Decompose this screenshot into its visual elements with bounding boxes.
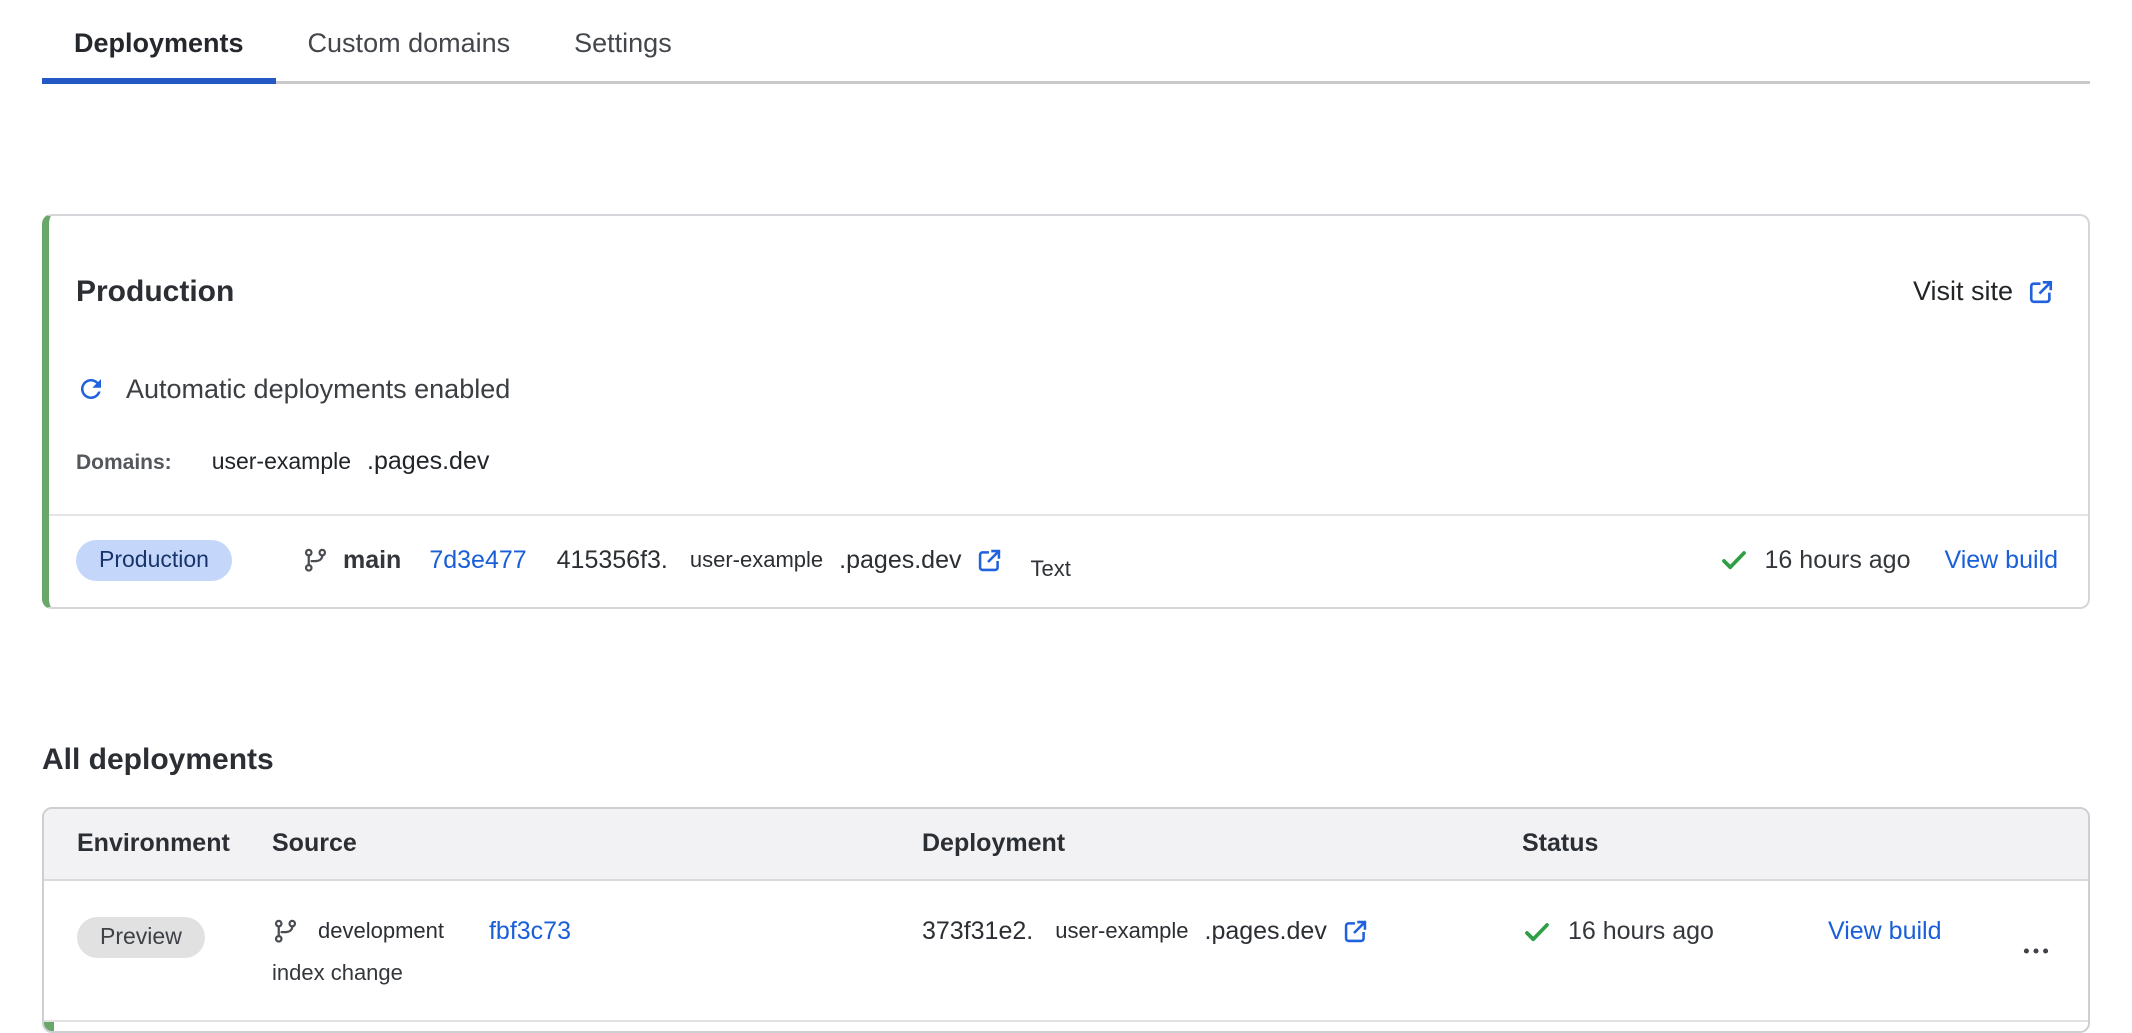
deployment-time: 16 hours ago — [1765, 546, 1911, 575]
table-row: Preview development fbf3c73 index change — [44, 881, 2088, 1020]
branch-name: main — [343, 546, 401, 575]
deployment-url-link[interactable]: 415356f3. user-example .pages.dev — [557, 546, 1005, 575]
production-deployment-row: Production main 7d3e477 415356f3. user-e… — [49, 516, 2088, 607]
ellipsis-menu-icon — [2018, 936, 2054, 966]
view-build-link[interactable]: View build — [1944, 546, 2058, 575]
check-icon — [1719, 545, 1749, 575]
visit-site-link[interactable]: Visit site — [1913, 276, 2056, 307]
source-cell: development fbf3c73 index change — [272, 917, 922, 986]
commit-hash-link[interactable]: 7d3e477 — [429, 546, 526, 575]
external-link-icon — [2026, 277, 2056, 307]
view-build-cell: View build — [1828, 917, 1968, 946]
column-header-status: Status — [1522, 829, 1828, 858]
table-header-row: Environment Source Deployment Status — [44, 809, 2088, 881]
deployment-time: 16 hours ago — [1568, 917, 1714, 946]
deployments-table: Environment Source Deployment Status Pre… — [42, 807, 2090, 1033]
branch-group: main — [302, 546, 401, 575]
production-card: Production Visit site Automatic deployme… — [42, 214, 2090, 609]
domains-row: Domains: user-example .pages.dev — [49, 447, 2088, 476]
tab-custom-domains[interactable]: Custom domains — [276, 28, 543, 81]
deployment-domain: user-example — [690, 547, 823, 573]
deployment-suffix: .pages.dev — [839, 546, 961, 575]
domain-suffix: .pages.dev — [367, 447, 489, 476]
auto-deployments-row: Automatic deployments enabled — [49, 374, 2088, 405]
tab-deployments[interactable]: Deployments — [42, 28, 276, 81]
all-deployments-title: All deployments — [42, 743, 2132, 777]
check-icon — [1522, 917, 1552, 947]
visit-site-label: Visit site — [1913, 276, 2013, 307]
deployment-status: 16 hours ago — [1719, 545, 1911, 575]
deployment-id: 373f31e2. — [922, 917, 1033, 946]
column-header-environment: Environment — [77, 829, 272, 858]
external-link-icon — [1341, 917, 1370, 946]
tab-bar: Deployments Custom domains Settings — [42, 0, 2090, 84]
tab-settings[interactable]: Settings — [542, 28, 704, 81]
domains-label: Domains: — [76, 451, 172, 475]
external-link-icon — [975, 546, 1004, 575]
deployment-domain: user-example — [1055, 918, 1188, 944]
commit-message: Text — [1030, 556, 1070, 582]
production-title: Production — [76, 275, 234, 309]
commit-hash-link[interactable]: fbf3c73 — [489, 917, 571, 946]
production-card-header: Production Visit site — [49, 216, 2088, 334]
refresh-icon — [76, 374, 106, 404]
deployment-id: 415356f3. — [557, 546, 668, 575]
environment-cell: Preview — [77, 917, 272, 958]
column-header-source: Source — [272, 829, 922, 858]
deployment-suffix: .pages.dev — [1205, 917, 1327, 946]
domain-name: user-example — [212, 448, 351, 475]
commit-message: index change — [272, 960, 922, 986]
deployment-cell: 373f31e2. user-example .pages.dev — [922, 917, 1522, 946]
auto-deployments-text: Automatic deployments enabled — [126, 374, 510, 405]
next-row-peek — [44, 1020, 2088, 1031]
view-build-link[interactable]: View build — [1828, 917, 1942, 945]
column-header-deployment: Deployment — [922, 829, 1522, 858]
git-branch-icon — [272, 918, 299, 945]
branch-name: development — [318, 918, 444, 944]
status-cell: 16 hours ago — [1522, 917, 1828, 947]
environment-badge-preview: Preview — [77, 917, 205, 958]
git-branch-icon — [302, 547, 329, 574]
row-menu-button[interactable] — [2014, 932, 2058, 970]
environment-badge-production: Production — [76, 540, 232, 581]
deployment-url-link[interactable]: 373f31e2. user-example .pages.dev — [922, 917, 1370, 946]
